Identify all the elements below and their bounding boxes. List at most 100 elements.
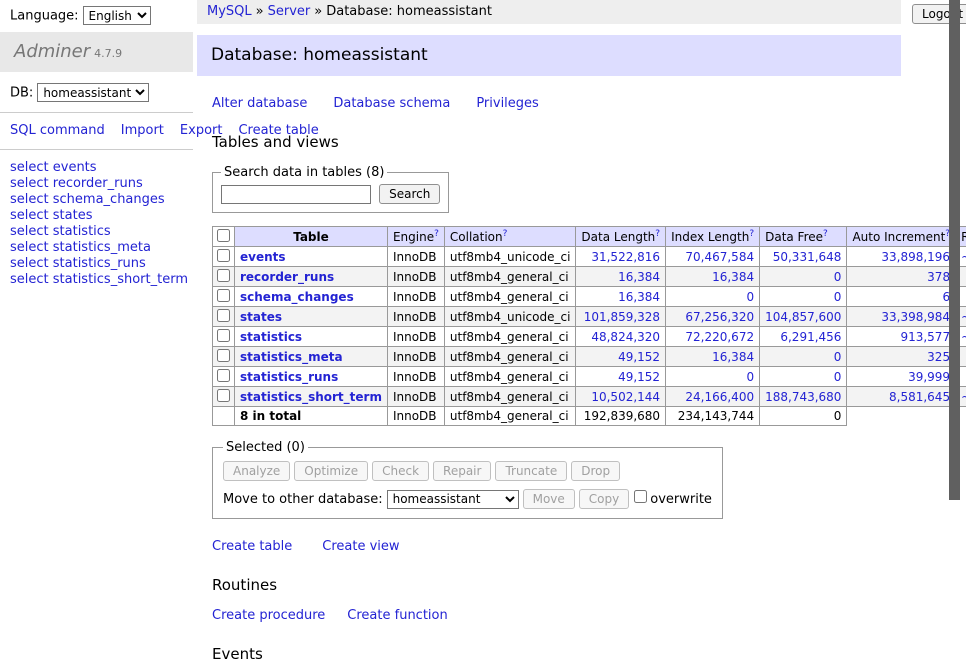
create-function-link[interactable]: Create function (347, 608, 447, 623)
table-name-link[interactable]: statistics_runs (240, 370, 338, 384)
main-content: Alter databaseDatabase schemaPrivileges … (197, 96, 901, 663)
table-name-link[interactable]: states (240, 310, 282, 324)
engine-cell: InnoDB (387, 247, 444, 267)
repair-button[interactable]: Repair (433, 461, 491, 481)
search-legend: Search data in tables (8) (221, 165, 387, 180)
column-header-label: Engine (393, 230, 434, 244)
sidebar-action-link[interactable]: Import (121, 123, 164, 138)
breadcrumb-link[interactable]: Server (268, 4, 311, 19)
row-checkbox[interactable] (217, 309, 230, 322)
table-name-link[interactable]: statistics (240, 330, 302, 344)
help-link[interactable]: ? (434, 229, 439, 239)
table-name-link[interactable]: recorder_runs (240, 270, 334, 284)
overwrite-checkbox[interactable] (634, 490, 647, 503)
auto-increment-cell: 33,898,196 (847, 247, 956, 267)
index-length-cell: 16,384 (666, 267, 760, 287)
analyze-button[interactable]: Analyze (223, 461, 290, 481)
table-name-link[interactable]: statistics_short_term (240, 390, 382, 404)
events-section-title: Events (212, 645, 901, 663)
row-checkbox-cell (213, 287, 235, 307)
table-name-cell: states (235, 307, 388, 327)
copy-button[interactable]: Copy (579, 489, 629, 509)
column-header-table: Table (235, 227, 388, 247)
search-fieldset: Search data in tables (8) Search (212, 165, 449, 213)
row-checkbox[interactable] (217, 329, 230, 342)
sidebar-select-table-link[interactable]: select recorder_runs (10, 176, 181, 192)
db-select[interactable]: homeassistant (37, 83, 149, 102)
scrollbar-thumb[interactable] (949, 0, 960, 500)
collation-cell: utf8mb4_unicode_ci (444, 307, 576, 327)
help-link[interactable]: ? (823, 229, 828, 239)
column-header-index-length: Index Length? (666, 227, 760, 247)
table-name-link[interactable]: events (240, 250, 286, 264)
data-free-cell: 50,331,648 (760, 247, 847, 267)
data-free-cell: 0 (760, 267, 847, 287)
select-all-checkbox[interactable] (217, 229, 230, 242)
row-checkbox[interactable] (217, 369, 230, 382)
help-link[interactable]: ? (749, 229, 754, 239)
move-button[interactable]: Move (523, 489, 575, 509)
table-name-cell: recorder_runs (235, 267, 388, 287)
collation-cell: utf8mb4_general_ci (444, 267, 576, 287)
engine-cell: InnoDB (387, 267, 444, 287)
create-view-link[interactable]: Create view (322, 539, 399, 554)
column-header-label: Auto Increment (852, 230, 945, 244)
table-name-link[interactable]: statistics_meta (240, 350, 343, 364)
data-length-cell: 31,522,816 (576, 247, 666, 267)
row-checkbox-cell (213, 247, 235, 267)
auto-increment-cell: 325 (847, 347, 956, 367)
row-checkbox[interactable] (217, 249, 230, 262)
auto-increment-cell: 8,581,645 (847, 387, 956, 407)
engine-cell: InnoDB (387, 287, 444, 307)
app-name: Adminer (14, 41, 90, 62)
tables-table-body: eventsInnoDButf8mb4_unicode_ci31,522,816… (213, 247, 966, 426)
sidebar-action-link[interactable]: SQL command (10, 123, 105, 138)
column-header-auto-increment: Auto Increment? (847, 227, 956, 247)
drop-button[interactable]: Drop (571, 461, 620, 481)
optimize-button[interactable]: Optimize (294, 461, 368, 481)
sidebar-select-table-link[interactable]: select events (10, 160, 181, 176)
create-table-link[interactable]: Create table (212, 539, 292, 554)
auto-increment-cell: 33,398,984 (847, 307, 956, 327)
help-link[interactable]: ? (655, 229, 660, 239)
help-link[interactable]: ? (503, 229, 508, 239)
row-checkbox[interactable] (217, 289, 230, 302)
sidebar-select-table-link[interactable]: select statistics_meta (10, 240, 181, 256)
sidebar-select-table-link[interactable]: select states (10, 208, 181, 224)
database-action-link[interactable]: Database schema (333, 96, 450, 111)
routine-links-row: Create procedure Create function (212, 608, 901, 623)
row-checkbox[interactable] (217, 349, 230, 362)
create-procedure-link[interactable]: Create procedure (212, 608, 325, 623)
index-length-cell: 0 (666, 367, 760, 387)
table-row: schema_changesInnoDButf8mb4_general_ci16… (213, 287, 966, 307)
row-checkbox[interactable] (217, 389, 230, 402)
collation-cell: utf8mb4_general_ci (444, 387, 576, 407)
table-name-link[interactable]: schema_changes (240, 290, 354, 304)
search-button[interactable]: Search (379, 184, 440, 204)
database-action-link[interactable]: Alter database (212, 96, 307, 111)
truncate-button[interactable]: Truncate (495, 461, 567, 481)
total-blank-cell (847, 407, 956, 426)
data-length-cell: 101,859,328 (576, 307, 666, 327)
scrollbar-track[interactable] (949, 0, 960, 543)
column-header-collation: Collation? (444, 227, 576, 247)
check-button[interactable]: Check (372, 461, 429, 481)
data-free-cell: 0 (760, 367, 847, 387)
sidebar-select-table-link[interactable]: select statistics_short_term (10, 272, 181, 288)
sidebar-select-table-link[interactable]: select schema_changes (10, 192, 181, 208)
move-database-select[interactable]: homeassistant (387, 490, 519, 509)
sidebar-select-table-link[interactable]: select statistics (10, 224, 181, 240)
select-all-cell (213, 227, 235, 247)
data-length-cell: 16,384 (576, 267, 666, 287)
search-input[interactable] (221, 185, 371, 204)
row-checkbox[interactable] (217, 269, 230, 282)
data-free-cell: 0 (760, 287, 847, 307)
database-action-link[interactable]: Privileges (476, 96, 539, 111)
data-free-cell: 6,291,456 (760, 327, 847, 347)
breadcrumb-link[interactable]: MySQL (207, 4, 252, 19)
language-select[interactable]: English (83, 6, 151, 25)
collation-cell: utf8mb4_general_ci (444, 327, 576, 347)
column-header-label: Table (293, 230, 329, 244)
sidebar-select-table-link[interactable]: select statistics_runs (10, 256, 181, 272)
table-name-cell: schema_changes (235, 287, 388, 307)
